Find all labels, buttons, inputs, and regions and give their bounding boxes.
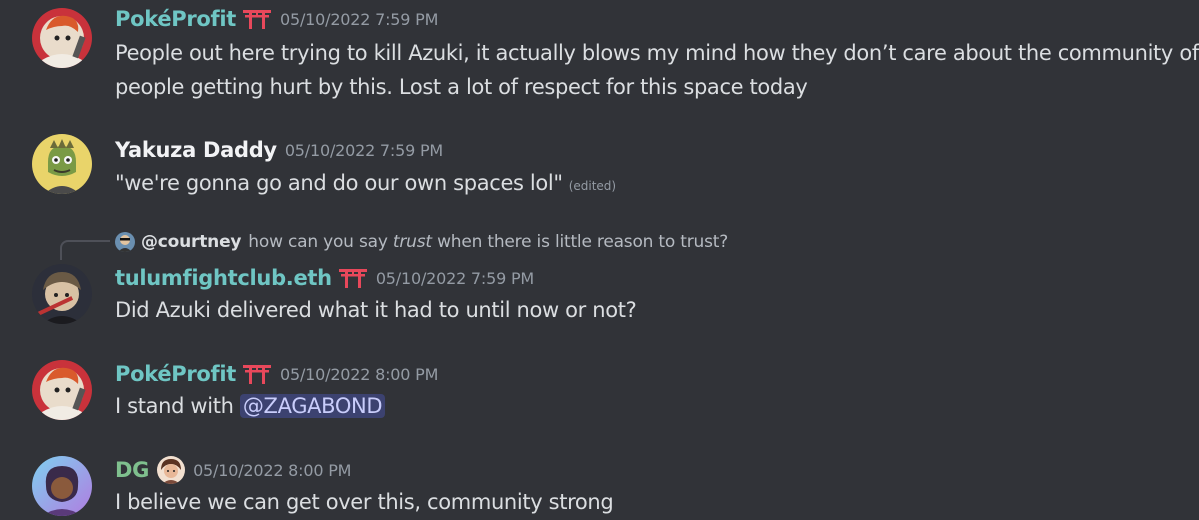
reply-text: how can you say trust when there is litt… [248, 232, 729, 252]
message-content: Did Azuki delivered what it had to until… [115, 293, 637, 327]
chat-message-list: PokéProfit 05/10/2022 7:59 PM People out… [0, 0, 1199, 520]
user-mention[interactable]: @ZAGABOND [239, 394, 386, 418]
message-text: Did Azuki delivered what it had to until… [115, 298, 637, 322]
message-text-line: People out here trying to kill Azuki, it… [115, 41, 1199, 65]
timestamp[interactable]: 05/10/2022 7:59 PM [285, 141, 443, 160]
username[interactable]: Yakuza Daddy [115, 138, 277, 162]
avatar[interactable] [32, 360, 92, 420]
reply-preview[interactable]: @courtney how can you say trust when the… [115, 229, 728, 255]
avatar[interactable] [32, 456, 92, 516]
avatar[interactable] [32, 8, 92, 68]
username[interactable]: tulumfightclub.eth [115, 266, 332, 290]
message-content: People out here trying to kill Azuki, it… [115, 36, 1199, 104]
avatar-emoji-icon [157, 456, 186, 484]
message-text: I stand with [115, 394, 240, 418]
avatar[interactable] [32, 264, 92, 324]
message-text-line: people getting hurt by this. Lost a lot … [115, 75, 808, 99]
message-content: I stand with @ZAGABOND [115, 389, 386, 423]
message-content: I believe we can get over this, communit… [115, 485, 614, 519]
torii-gate-icon [242, 8, 272, 30]
avatar[interactable] [32, 134, 92, 194]
timestamp[interactable]: 05/10/2022 8:00 PM [280, 365, 438, 384]
username[interactable]: DG [115, 458, 149, 482]
message-content: "we're gonna go and do our own spaces lo… [115, 166, 616, 203]
edited-label: (edited) [568, 179, 617, 193]
reply-username[interactable]: @courtney [141, 232, 241, 252]
message-text: "we're gonna go and do our own spaces lo… [115, 171, 563, 195]
timestamp[interactable]: 05/10/2022 8:00 PM [193, 461, 351, 480]
username[interactable]: PokéProfit [115, 362, 236, 386]
timestamp[interactable]: 05/10/2022 7:59 PM [376, 269, 534, 288]
torii-gate-icon [242, 363, 272, 385]
reply-spine [60, 240, 110, 260]
torii-gate-icon [338, 267, 368, 289]
message-text: I believe we can get over this, communit… [115, 490, 614, 514]
timestamp[interactable]: 05/10/2022 7:59 PM [280, 10, 438, 29]
reply-avatar [115, 232, 135, 252]
username[interactable]: PokéProfit [115, 7, 236, 31]
